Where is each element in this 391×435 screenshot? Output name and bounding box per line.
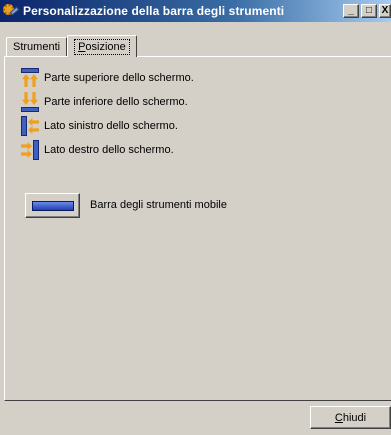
maximize-icon: □ xyxy=(365,5,373,16)
minimize-icon: _ xyxy=(348,5,354,16)
option-left[interactable]: Lato sinistro dello schermo. xyxy=(21,115,178,137)
toolbar-bottom-icon[interactable] xyxy=(21,92,39,112)
close-button[interactable]: Chiudi xyxy=(310,406,391,429)
floating-toolbar-icon xyxy=(31,200,74,211)
tab-strip: Strumenti Posizione xyxy=(6,34,137,57)
close-window-button[interactable]: X xyxy=(379,4,391,18)
minimize-button[interactable]: _ xyxy=(343,4,359,18)
option-top-label: Parte superiore dello schermo. xyxy=(44,72,194,84)
option-right-label: Lato destro dello schermo. xyxy=(44,144,174,156)
option-top[interactable]: Parte superiore dello schermo. xyxy=(21,67,194,89)
tab-strumenti-label: Strumenti xyxy=(13,41,61,53)
floating-toolbar-button[interactable] xyxy=(25,193,80,218)
tab-strumenti[interactable]: Strumenti xyxy=(6,37,68,56)
close-button-label: Chiudi xyxy=(334,411,367,424)
toolbar-left-icon[interactable] xyxy=(21,116,39,136)
toolbar-right-icon[interactable] xyxy=(21,140,39,160)
title-bar[interactable]: Personalizzazione della barra degli stru… xyxy=(0,0,391,22)
option-right[interactable]: Lato destro dello schermo. xyxy=(21,139,174,161)
option-left-label: Lato sinistro dello schermo. xyxy=(44,120,178,132)
option-bottom[interactable]: Parte inferiore dello schermo. xyxy=(21,91,188,113)
maximize-button[interactable]: □ xyxy=(361,4,377,18)
toolbar-settings-icon xyxy=(2,2,20,20)
floating-toolbar-label: Barra degli strumenti mobile xyxy=(90,199,227,211)
tab-posizione[interactable]: Posizione xyxy=(67,35,137,57)
toolbar-top-icon[interactable] xyxy=(21,68,39,88)
tab-posizione-label: Posizione xyxy=(74,38,130,55)
window-title: Personalizzazione della barra degli stru… xyxy=(23,4,285,18)
close-icon: X xyxy=(381,5,389,16)
option-bottom-label: Parte inferiore dello schermo. xyxy=(44,96,188,108)
